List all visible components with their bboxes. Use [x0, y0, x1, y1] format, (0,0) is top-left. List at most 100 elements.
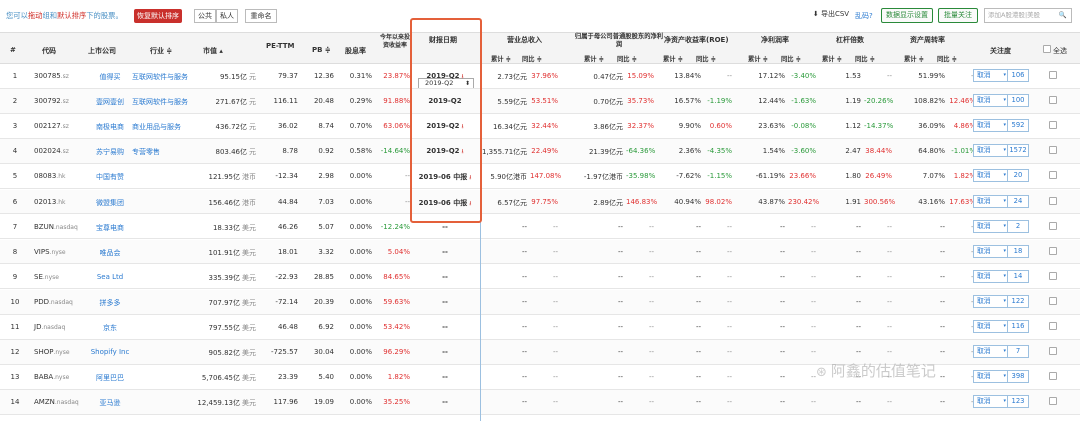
select-all-checkbox[interactable] [1043, 45, 1051, 53]
data-settings-button[interactable]: 数据显示设置 [881, 8, 933, 23]
pdf-icon[interactable]: ⭳ [462, 148, 464, 155]
row-checkbox[interactable] [1049, 146, 1057, 155]
export-csv-button[interactable]: ⬇ 导出CSV [809, 8, 853, 23]
pdf-icon[interactable]: ⭳ [462, 73, 464, 80]
row-checkbox[interactable] [1049, 246, 1057, 255]
tab-public[interactable]: 公共 [194, 9, 216, 23]
pdf-icon[interactable]: ⭳ [462, 123, 464, 130]
asset-turnover-yoy: -- [948, 248, 976, 256]
row-checkbox[interactable] [1049, 271, 1057, 280]
reset-sort-button[interactable]: 恢复默认排序 [134, 9, 182, 23]
subheader-yoy[interactable]: 同比 ≑ [855, 54, 875, 63]
unfollow-button[interactable]: 取消 ▾ [973, 370, 1009, 384]
unfollow-button[interactable]: 取消 ▾ [973, 294, 1009, 308]
stock-exchange: .sz [60, 123, 69, 131]
follow-count[interactable]: 14 [1007, 269, 1029, 283]
company-name-link[interactable]: 微盟集团 [86, 198, 134, 208]
subheader-cumulative[interactable]: 累计 ≑ [904, 54, 924, 63]
follow-count[interactable]: 398 [1007, 370, 1029, 384]
unfollow-button[interactable]: 取消 ▾ [973, 169, 1009, 183]
company-name-link[interactable]: 中国有赞 [86, 172, 134, 182]
follow-count[interactable]: 106 [1007, 69, 1029, 82]
subheader-yoy[interactable]: 同比 ≑ [781, 54, 801, 63]
industry-link[interactable]: 商业用品与服务 [132, 122, 181, 132]
subheader-cumulative[interactable]: 累计 ≑ [584, 54, 604, 63]
company-name-link[interactable]: 京东 [86, 323, 134, 333]
company-name-link[interactable]: Sea Ltd [86, 273, 134, 281]
company-name-link[interactable]: 壹网壹创 [86, 97, 134, 107]
header-div[interactable]: 股息率 [345, 46, 366, 56]
subheader-cumulative[interactable]: 累计 ≑ [663, 54, 683, 63]
follow-count[interactable]: 2 [1007, 219, 1029, 233]
subheader-yoy[interactable]: 同比 ≑ [696, 54, 716, 63]
market-cap-unit: 元 [249, 73, 256, 81]
report-date: -- [413, 348, 477, 356]
subheader-cumulative[interactable]: 累计 ≑ [822, 54, 842, 63]
row-checkbox[interactable] [1049, 121, 1057, 130]
follow-count[interactable]: 100 [1007, 94, 1029, 108]
batch-follow-button[interactable]: 批量关注 [938, 8, 978, 23]
header-turnover: 资产周转率 [910, 36, 945, 44]
company-name-link[interactable]: 值得买 [86, 72, 134, 82]
row-checkbox[interactable] [1049, 171, 1057, 180]
pdf-icon[interactable]: ⭳ [469, 200, 471, 207]
search-input[interactable]: 添加A股港股|美股 🔍 [984, 8, 1072, 23]
row-checkbox[interactable] [1049, 296, 1057, 305]
subheader-cumulative[interactable]: 累计 ≑ [748, 54, 768, 63]
row-checkbox[interactable] [1049, 347, 1057, 356]
garbled-link[interactable]: 乱码? [855, 11, 873, 21]
row-checkbox[interactable] [1049, 372, 1057, 381]
company-name-link[interactable]: 宝尊电商 [86, 223, 134, 233]
industry-link[interactable]: 互联网软件与服务 [132, 97, 188, 107]
header-pb[interactable]: PB ≑ [312, 46, 331, 54]
unfollow-button[interactable]: 取消 ▾ [973, 194, 1009, 208]
follow-count[interactable]: 116 [1007, 320, 1029, 333]
company-name-link[interactable]: 唯品会 [86, 248, 134, 258]
unfollow-button[interactable]: 取消 ▾ [973, 269, 1009, 283]
follow-count[interactable]: 1572 [1007, 144, 1029, 158]
subheader-yoy[interactable]: 同比 ≑ [937, 54, 957, 63]
company-name-link[interactable]: 亚马逊 [86, 398, 134, 408]
header-mktcap[interactable]: 市值 ▴ [203, 46, 223, 56]
row-checkbox[interactable] [1049, 196, 1057, 205]
unfollow-button[interactable]: 取消 ▾ [973, 345, 1009, 359]
company-name-link[interactable]: 拼多多 [86, 298, 134, 308]
unfollow-button[interactable]: 取消 ▾ [973, 69, 1009, 82]
company-name-link[interactable]: 苏宁易购 [86, 147, 134, 157]
industry-link[interactable]: 专营零售 [132, 147, 160, 157]
unfollow-button[interactable]: 取消 ▾ [973, 320, 1009, 333]
unfollow-button[interactable]: 取消 ▾ [973, 244, 1009, 258]
unfollow-button[interactable]: 取消 ▾ [973, 119, 1009, 133]
pe-ttm: -72.14 [275, 297, 298, 306]
industry-link[interactable]: 互联网软件与服务 [132, 72, 188, 82]
tab-private[interactable]: 私人 [216, 9, 238, 23]
follow-count[interactable]: 7 [1007, 345, 1029, 359]
rename-button[interactable]: 重命名 [245, 9, 277, 23]
header-pe[interactable]: PE-TTM [266, 42, 294, 50]
follow-count[interactable]: 122 [1007, 294, 1029, 308]
follow-count[interactable]: 123 [1007, 395, 1029, 409]
pdf-icon[interactable]: ⭳ [469, 174, 471, 181]
unfollow-button[interactable]: 取消 ▾ [973, 219, 1009, 233]
follow-count[interactable]: 592 [1007, 119, 1029, 133]
company-name-link[interactable]: Shopify Inc [86, 348, 134, 356]
subheader-cumulative[interactable]: 累计 ≑ [491, 54, 511, 63]
follow-count[interactable]: 18 [1007, 244, 1029, 258]
follow-count[interactable]: 20 [1007, 169, 1029, 183]
unfollow-button[interactable]: 取消 ▾ [973, 395, 1009, 409]
row-checkbox[interactable] [1049, 397, 1057, 406]
follow-count[interactable]: 24 [1007, 194, 1029, 208]
subheader-yoy[interactable]: 同比 ≑ [522, 54, 542, 63]
header-industry[interactable]: 行业 ≑ [150, 46, 172, 56]
company-name-link[interactable]: 阿里巴巴 [86, 373, 134, 383]
row-checkbox[interactable] [1049, 322, 1057, 330]
subheader-yoy[interactable]: 同比 ≑ [617, 54, 637, 63]
unfollow-button[interactable]: 取消 ▾ [973, 144, 1009, 158]
net-margin-yoy: -- [810, 373, 816, 382]
row-checkbox[interactable] [1049, 221, 1057, 230]
row-checkbox[interactable] [1049, 71, 1057, 79]
header-ytd[interactable]: 今年以来投资收益率 [380, 34, 410, 49]
company-name-link[interactable]: 南极电商 [86, 122, 134, 132]
row-checkbox[interactable] [1049, 96, 1057, 105]
unfollow-button[interactable]: 取消 ▾ [973, 94, 1009, 108]
